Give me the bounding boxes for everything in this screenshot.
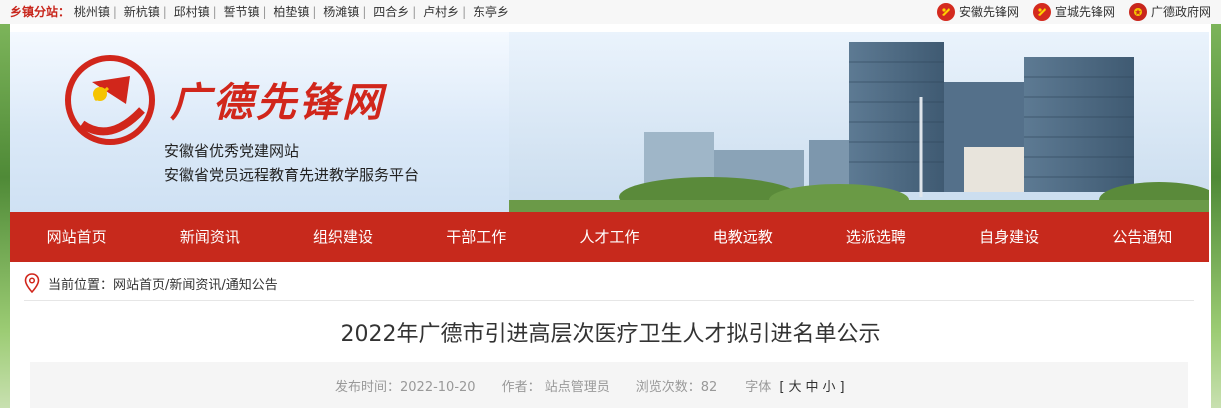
guangde-gov-label: 广德政府网 bbox=[1150, 5, 1211, 19]
town-link-qiucun[interactable]: 邱村镇 bbox=[174, 5, 210, 19]
font-size-label: 字体 bbox=[745, 380, 772, 395]
slogan-excellent-site: 安徽省优秀党建网站 bbox=[164, 142, 300, 160]
party-emblem-logo bbox=[65, 55, 155, 145]
city-buildings-illustration bbox=[509, 32, 1209, 212]
view-count: 浏览次数：82 bbox=[635, 380, 718, 395]
external-links: 安徽先锋网 宣城先锋网 广德政府网 bbox=[936, 0, 1211, 24]
location-pin-icon bbox=[24, 273, 40, 293]
font-size-large-button[interactable]: 大 bbox=[788, 380, 801, 395]
town-link-dongting[interactable]: 东亭乡 bbox=[473, 5, 509, 19]
right-leaf-decoration bbox=[1211, 24, 1221, 408]
font-size-switcher: 字体 [大中小] bbox=[745, 380, 845, 395]
town-link-xinhang[interactable]: 新杭镇 bbox=[124, 5, 160, 19]
nav-announcements[interactable]: 公告通知 bbox=[1076, 212, 1209, 262]
site-title: 广德先锋网 bbox=[170, 79, 385, 126]
breadcrumb: 当前位置： 网站首页/新闻资讯/通知公告 bbox=[24, 270, 278, 296]
nav-organization[interactable]: 组织建设 bbox=[276, 212, 409, 262]
nav-self-building[interactable]: 自身建设 bbox=[943, 212, 1076, 262]
main-nav: 网站首页 新闻资讯 组织建设 干部工作 人才工作 电教远教 选派选聘 自身建设 … bbox=[10, 212, 1209, 262]
nav-remote-education[interactable]: 电教远教 bbox=[676, 212, 809, 262]
author: 作者： 站点管理员 bbox=[501, 380, 610, 395]
town-link-sihe[interactable]: 四合乡 bbox=[373, 5, 409, 19]
guangde-gov-link[interactable]: 广德政府网 bbox=[1128, 0, 1211, 24]
site-banner: 广德先锋网 安徽省优秀党建网站 安徽省党员远程教育先进教学服务平台 bbox=[10, 32, 1209, 212]
national-emblem-icon bbox=[1128, 3, 1147, 21]
breadcrumb-path[interactable]: 网站首页/新闻资讯/通知公告 bbox=[113, 274, 278, 293]
party-emblem-icon bbox=[1032, 3, 1051, 21]
nav-home[interactable]: 网站首页 bbox=[10, 212, 143, 262]
xuancheng-pioneer-label: 宣城先锋网 bbox=[1054, 5, 1115, 19]
town-link-taozhou[interactable]: 桃州镇 bbox=[74, 5, 110, 19]
article-title: 2022年广德市引进高层次医疗卫生人才拟引进名单公示 bbox=[340, 322, 881, 347]
nav-selection[interactable]: 选派选聘 bbox=[809, 212, 942, 262]
font-size-medium-button[interactable]: 中 bbox=[806, 380, 819, 395]
publish-time: 发布时间：2022-10-20 bbox=[335, 380, 476, 395]
nav-talent[interactable]: 人才工作 bbox=[543, 212, 676, 262]
anhui-pioneer-label: 安徽先锋网 bbox=[958, 5, 1019, 19]
township-label: 乡镇分站： bbox=[10, 5, 71, 19]
town-link-lucun[interactable]: 卢村乡 bbox=[423, 5, 459, 19]
top-bar: 乡镇分站： 桃州镇 | 新杭镇 | 邱村镇 | 誓节镇 | 柏垫镇 | 杨滩镇 | 四合乡 |… bbox=[0, 0, 1221, 24]
anhui-pioneer-link[interactable]: 安徽先锋网 bbox=[936, 0, 1019, 24]
town-link-baidian[interactable]: 柏垫镇 bbox=[273, 5, 309, 19]
breadcrumb-label: 当前位置： bbox=[48, 277, 114, 293]
party-emblem-icon bbox=[936, 3, 955, 21]
town-link-shijie[interactable]: 誓节镇 bbox=[224, 5, 260, 19]
township-links: 乡镇分站： 桃州镇 | 新杭镇 | 邱村镇 | 誓节镇 | 柏垫镇 | 杨滩镇 | 四合乡 |… bbox=[10, 5, 509, 19]
xuancheng-pioneer-link[interactable]: 宣城先锋网 bbox=[1032, 0, 1115, 24]
town-link-yangtan[interactable]: 杨滩镇 bbox=[323, 5, 359, 19]
article-meta-bar: 发布时间：2022-10-20 作者： 站点管理员 浏览次数：82 字体 [大中… bbox=[30, 362, 1188, 408]
nav-cadre[interactable]: 干部工作 bbox=[410, 212, 543, 262]
nav-news[interactable]: 新闻资讯 bbox=[143, 212, 276, 262]
font-size-small-button[interactable]: 小 bbox=[823, 380, 836, 395]
left-leaf-decoration bbox=[0, 24, 10, 408]
content-divider bbox=[24, 300, 1194, 301]
slogan-education-platform: 安徽省党员远程教育先进教学服务平台 bbox=[164, 166, 420, 184]
